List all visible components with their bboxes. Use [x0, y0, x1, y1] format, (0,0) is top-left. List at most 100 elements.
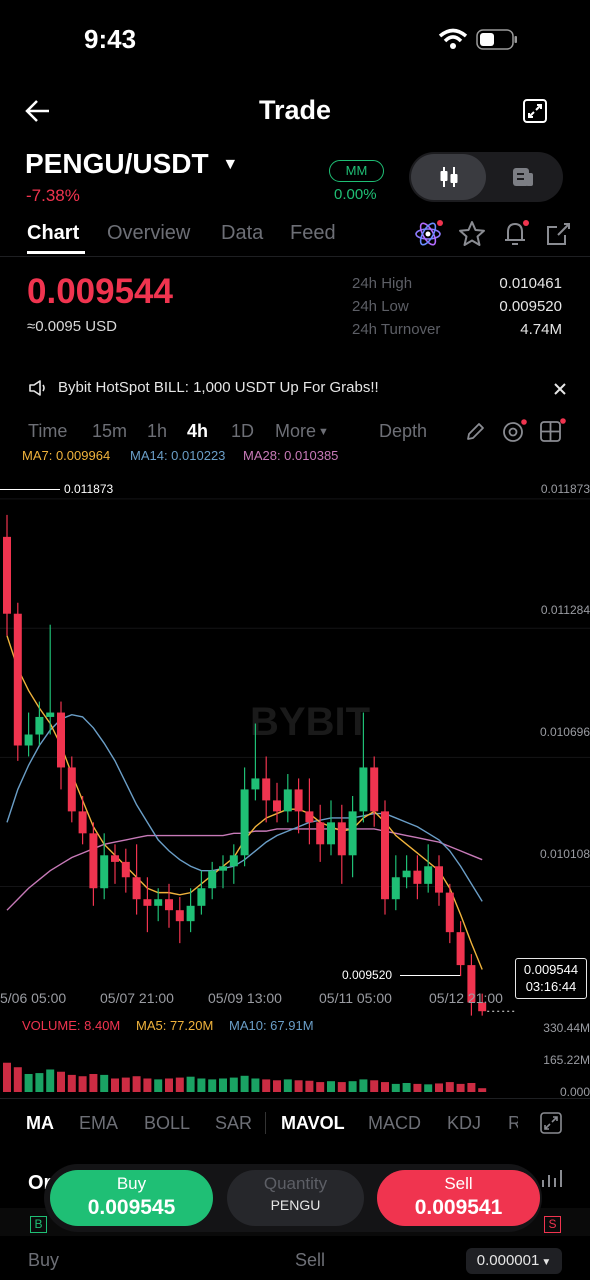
- candle-body: [143, 899, 152, 906]
- volume-bar: [229, 1077, 238, 1092]
- mm-badge[interactable]: MM: [329, 160, 384, 182]
- bar-chart-icon[interactable]: [540, 1166, 564, 1190]
- bottom-sell-label[interactable]: Sell: [295, 1250, 325, 1271]
- volume-bar: [121, 1077, 130, 1092]
- promo-banner-text[interactable]: Bybit HotSpot BILL: 1,000 USDT Up For Gr…: [58, 379, 379, 396]
- candlestick-chart[interactable]: BYBIT: [0, 460, 590, 1020]
- sell-badge: S: [544, 1216, 561, 1233]
- ind-boll[interactable]: BOLL: [144, 1113, 190, 1134]
- volume-bar: [348, 1081, 357, 1092]
- share-icon[interactable]: [544, 220, 572, 248]
- candle-body: [111, 855, 119, 862]
- candle-body: [89, 833, 98, 889]
- caret-down-icon: ▼: [318, 426, 329, 438]
- sell-button[interactable]: Sell 0.009541: [377, 1170, 540, 1226]
- tab-overview[interactable]: Overview: [107, 222, 190, 245]
- volume-bar: [445, 1082, 454, 1092]
- candle-body: [219, 866, 227, 871]
- bottom-buy-label[interactable]: Buy: [28, 1250, 59, 1271]
- price-step-select[interactable]: 0.000001 ▼: [466, 1248, 562, 1274]
- candle-body: [381, 811, 389, 900]
- tab-feed[interactable]: Feed: [290, 222, 336, 245]
- atom-icon[interactable]: [414, 219, 444, 249]
- star-icon[interactable]: [458, 220, 486, 248]
- usd-value: ≈0.0095 USD: [27, 318, 117, 335]
- volume-bar: [240, 1075, 249, 1092]
- y-tick-1: 0.011873: [540, 482, 590, 496]
- pencil-icon[interactable]: [464, 421, 486, 443]
- current-price-tag: 0.009544 03:16:44: [515, 958, 587, 999]
- buy-button-label: Buy: [116, 1174, 147, 1193]
- x-label-3: 05/09 13:00: [208, 990, 282, 1006]
- tf-1h[interactable]: 1h: [147, 421, 167, 442]
- quantity-unit: PENGU: [270, 1197, 321, 1213]
- stat-high-value: 0.010461: [499, 275, 562, 292]
- candle-body: [165, 899, 173, 911]
- stat-high-label: 24h High: [352, 275, 413, 292]
- candle-body: [67, 767, 76, 812]
- ind-ma[interactable]: MA: [26, 1113, 54, 1134]
- x-label-1: 5/06 05:00: [0, 990, 67, 1006]
- candle-body: [273, 800, 281, 812]
- volume-bar: [208, 1079, 217, 1092]
- quantity-field[interactable]: Quantity PENGU: [227, 1170, 364, 1226]
- status-time: 9:43: [84, 24, 137, 54]
- volume-bar: [370, 1080, 379, 1092]
- pair-selector[interactable]: PENGU/USDT ▼: [25, 148, 238, 180]
- candle-body: [175, 910, 184, 922]
- candle-countdown: 03:16:44: [525, 979, 577, 994]
- tf-15m[interactable]: 15m: [92, 421, 127, 442]
- expand-icon[interactable]: [522, 98, 548, 124]
- candle-body: [445, 892, 454, 933]
- volume-bar: [175, 1077, 184, 1092]
- volume-bar: [89, 1073, 98, 1092]
- indicator-settings-icon[interactable]: [501, 418, 529, 446]
- ind-kdj[interactable]: KDJ: [447, 1113, 481, 1134]
- chart-view-button[interactable]: [411, 154, 486, 200]
- ind-mavol[interactable]: MAVOL: [281, 1113, 345, 1134]
- volume-bar: [273, 1080, 281, 1092]
- close-icon[interactable]: [553, 382, 567, 396]
- volume-bar: [337, 1082, 346, 1092]
- orderbook-view-icon[interactable]: [511, 165, 535, 189]
- buy-button-price: 0.009545: [87, 1196, 176, 1219]
- caret-down-icon: ▼: [541, 1257, 552, 1268]
- tf-4h[interactable]: 4h: [187, 421, 208, 442]
- volume-bar: [219, 1078, 227, 1092]
- buy-button[interactable]: Buy 0.009545: [50, 1170, 213, 1226]
- volume-bar: [24, 1073, 33, 1092]
- y-tick-4: 0.010108: [539, 847, 590, 861]
- ind-ema[interactable]: EMA: [79, 1113, 118, 1134]
- volume-bar: [262, 1079, 271, 1092]
- volume-bar: [456, 1083, 465, 1092]
- tab-chart[interactable]: Chart: [27, 222, 79, 245]
- ind-r[interactable]: R: [508, 1113, 518, 1134]
- ind-sar[interactable]: SAR: [215, 1113, 252, 1134]
- tf-more[interactable]: More ▼: [275, 421, 329, 442]
- candle-body: [240, 789, 249, 856]
- candle-body: [154, 899, 163, 906]
- tab-data[interactable]: Data: [221, 222, 263, 245]
- bell-icon[interactable]: [502, 219, 532, 249]
- volume-bar: [381, 1082, 389, 1092]
- sell-button-label: Sell: [444, 1174, 473, 1193]
- tf-1d[interactable]: 1D: [231, 421, 254, 442]
- candle-body: [283, 789, 292, 812]
- candle-body: [262, 778, 271, 801]
- vol-tick-3: 0.000: [559, 1085, 590, 1099]
- last-price: 0.009544: [27, 272, 173, 311]
- depth-button[interactable]: Depth: [379, 421, 427, 442]
- fullscreen-icon[interactable]: [540, 1112, 562, 1134]
- ind-macd[interactable]: MACD: [368, 1113, 421, 1134]
- candle-body: [13, 613, 22, 746]
- watermark-logo: BYBIT: [250, 700, 370, 744]
- sell-button-price: 0.009541: [414, 1196, 503, 1219]
- volume-bar: [186, 1076, 195, 1092]
- candle-body: [100, 855, 109, 889]
- divider: [0, 256, 590, 257]
- volume-bar: [111, 1078, 119, 1092]
- tf-time[interactable]: Time: [28, 421, 67, 442]
- grid-layout-icon[interactable]: [539, 418, 569, 446]
- volume-bar: [67, 1074, 76, 1092]
- volume-bar: [165, 1078, 173, 1092]
